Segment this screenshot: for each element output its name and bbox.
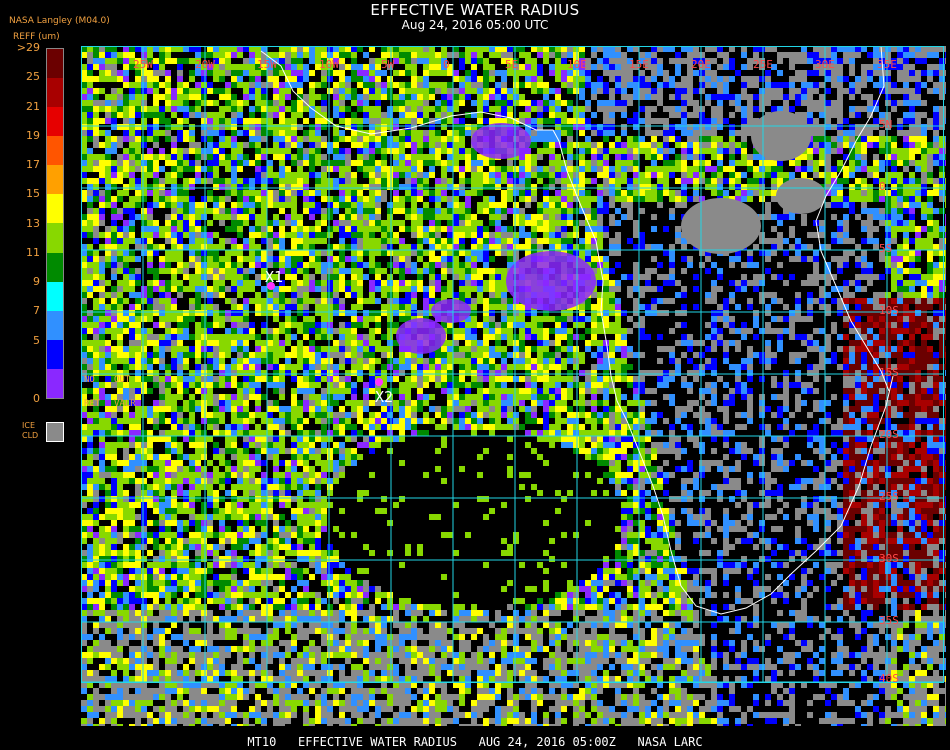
no-retrieval-label-1: NO [84,375,95,385]
colorbar-tick-label: 17 [26,158,40,171]
out-of-range-label-2: VALR [114,399,136,409]
colorbar-tick-label: >29 [16,41,40,54]
colorbar-segment [47,194,63,224]
latitude-label: 10S [879,304,899,317]
no-retrieval-label-2: RET [84,399,101,409]
colorbar-segment [47,223,63,253]
map-title: EFFECTIVE WATER RADIUS [370,1,580,19]
map-canvas: 25W 20W 15W 10W 5W 0 5E 10E 15E 20E 25E 30E 35E 5N 0 5S… [81,46,946,726]
longitude-label: 30E [815,58,835,71]
latitude-label: 35S [879,614,899,627]
longitude-label: 15W [257,58,277,71]
colorbar [46,48,64,399]
map-timestamp: Aug 24, 2016 05:00 UTC [401,18,549,32]
longitude-label: 35E [877,58,897,71]
colorbar-tick-label: 9 [33,275,40,288]
map-footer: MT10 EFFECTIVE WATER RADIUS AUG 24, 2016… [247,735,703,749]
longitude-label: 10W [319,58,339,71]
data-source-label: NASA Langley (M04.0) [9,16,110,26]
ice-cloud-swatch [46,422,64,442]
longitude-label: 15E [629,58,649,71]
longitude-label: 25W [133,58,153,71]
ice-cloud-label-1: ICE [22,421,35,430]
colorbar-tick-label: 15 [26,187,40,201]
colorbar-segment [47,368,63,398]
colorbar-tick-label: 5 [33,333,40,347]
colorbar-segment [47,49,63,79]
colorbar-segment [47,165,63,195]
longitude-label: 25E [753,58,773,71]
ice-cloud-label-2: CLD [22,431,39,440]
out-of-range-label-1: OUT [114,375,131,385]
colorbar-segment [47,339,63,369]
colorbar-tick-label: 19 [26,128,40,142]
colorbar-segment [47,310,63,340]
colorbar-tick-label: 0 [33,392,40,405]
marker-x1-label: X1 [265,268,283,286]
colorbar-tick-label: 11 [26,245,40,259]
latitude-label: 5S [879,242,892,255]
colorbar-tick-label: 13 [26,216,40,230]
longitude-label: 5E [505,58,518,71]
colorbar-segment [47,107,63,137]
satellite-map: 25W 20W 15W 10W 5W 0 5E 10E 15E 20E 25E 30E 35E 5N 0 5S… [81,46,946,726]
latitude-label: 40S [879,672,899,685]
cloud-retrieval-field [81,46,946,726]
marker-x2-label: X2 [375,388,393,406]
colorbar-segment [47,136,63,166]
colorbar-tick-label: 21 [26,99,40,113]
colorbar-segment [47,78,63,108]
colorbar-tick-label: 7 [33,304,40,318]
longitude-label: 20E [691,58,711,71]
longitude-label: 0 [443,58,450,71]
latitude-label: 5N [879,118,892,131]
longitude-label: 10E [567,58,587,71]
longitude-label: 20W [195,58,215,71]
latitude-label: 25S [879,490,899,503]
latitude-label: 20S [879,428,899,441]
latitude-label: 30S [879,552,899,565]
colorbar-segment [47,281,63,311]
longitude-label: 5W [381,58,395,71]
latitude-label: 0 [879,180,886,193]
marker-x2-dot[interactable] [375,378,383,386]
colorbar-tick-label: 25 [26,70,40,84]
colorbar-segment [47,252,63,282]
